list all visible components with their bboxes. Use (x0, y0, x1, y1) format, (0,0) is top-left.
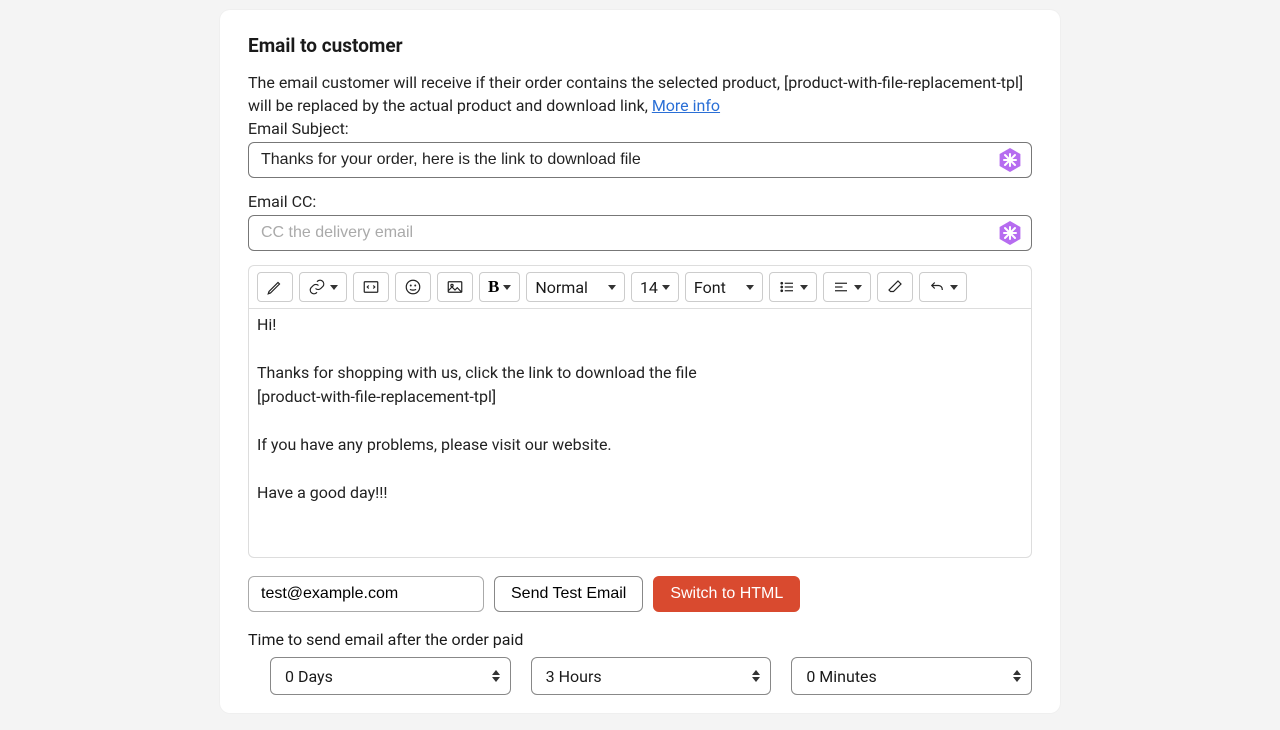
pencil-icon (266, 278, 284, 296)
chevron-down-icon (330, 285, 338, 290)
clear-format-button[interactable] (877, 272, 913, 302)
more-info-link[interactable]: More info (652, 96, 720, 115)
schedule-label: Time to send email after the order paid (248, 630, 1032, 649)
subject-label: Email Subject: (248, 119, 1032, 138)
card-title: Email to customer (248, 34, 1032, 57)
list-icon (778, 278, 796, 296)
emoji-icon (404, 278, 422, 296)
switch-html-button[interactable]: Switch to HTML (653, 576, 800, 612)
font-family-value: Font (694, 278, 726, 297)
paragraph-style-value: Normal (535, 278, 588, 297)
chevron-down-icon (746, 285, 754, 290)
chevron-down-icon (608, 285, 616, 290)
code-block-icon (362, 278, 380, 296)
edit-tool-button[interactable] (257, 272, 293, 302)
editor-toolbar: B Normal 14 Font (248, 265, 1032, 308)
chevron-down-icon (800, 285, 808, 290)
email-body-content: Hi! Thanks for shopping with us, click t… (257, 313, 1023, 505)
email-to-customer-card: Email to customer The email customer wil… (220, 10, 1060, 713)
select-caret-icon (492, 670, 500, 682)
bold-button[interactable]: B (479, 272, 520, 302)
select-caret-icon (1013, 670, 1021, 682)
subject-field-wrap (248, 142, 1032, 178)
test-email-input[interactable] (248, 576, 484, 612)
description-text: The email customer will receive if their… (248, 73, 1023, 115)
days-value: 0 Days (285, 667, 333, 686)
email-body-editor[interactable]: Hi! Thanks for shopping with us, click t… (248, 308, 1032, 558)
code-block-button[interactable] (353, 272, 389, 302)
image-icon (446, 278, 464, 296)
chevron-down-icon (950, 285, 958, 290)
schedule-row: 0 Days 3 Hours 0 Minutes (248, 657, 1032, 695)
hours-value: 3 Hours (546, 667, 602, 686)
hours-select[interactable]: 3 Hours (531, 657, 772, 695)
minutes-select[interactable]: 0 Minutes (791, 657, 1032, 695)
paragraph-style-select[interactable]: Normal (526, 272, 625, 302)
test-actions-row: Send Test Email Switch to HTML (248, 576, 1032, 612)
days-select[interactable]: 0 Days (270, 657, 511, 695)
minutes-value: 0 Minutes (806, 667, 876, 686)
chevron-down-icon (662, 285, 670, 290)
cc-field-wrap (248, 215, 1032, 251)
eraser-icon (886, 278, 904, 296)
select-caret-icon (752, 670, 760, 682)
emoji-button[interactable] (395, 272, 431, 302)
font-size-value: 14 (640, 278, 658, 297)
undo-icon (928, 278, 946, 296)
cc-label: Email CC: (248, 192, 1032, 211)
list-button[interactable] (769, 272, 817, 302)
align-button[interactable] (823, 272, 871, 302)
cc-input[interactable] (248, 215, 1032, 251)
send-test-button[interactable]: Send Test Email (494, 576, 643, 612)
undo-button[interactable] (919, 272, 967, 302)
link-tool-button[interactable] (299, 272, 347, 302)
image-button[interactable] (437, 272, 473, 302)
align-icon (832, 278, 850, 296)
card-description: The email customer will receive if their… (248, 71, 1032, 117)
ai-assist-icon[interactable] (996, 219, 1024, 247)
subject-input[interactable] (248, 142, 1032, 178)
ai-assist-icon[interactable] (996, 146, 1024, 174)
bold-icon: B (488, 277, 499, 297)
chevron-down-icon (854, 285, 862, 290)
chevron-down-icon (503, 285, 511, 290)
font-size-select[interactable]: 14 (631, 272, 679, 302)
link-icon (308, 278, 326, 296)
font-family-select[interactable]: Font (685, 272, 763, 302)
